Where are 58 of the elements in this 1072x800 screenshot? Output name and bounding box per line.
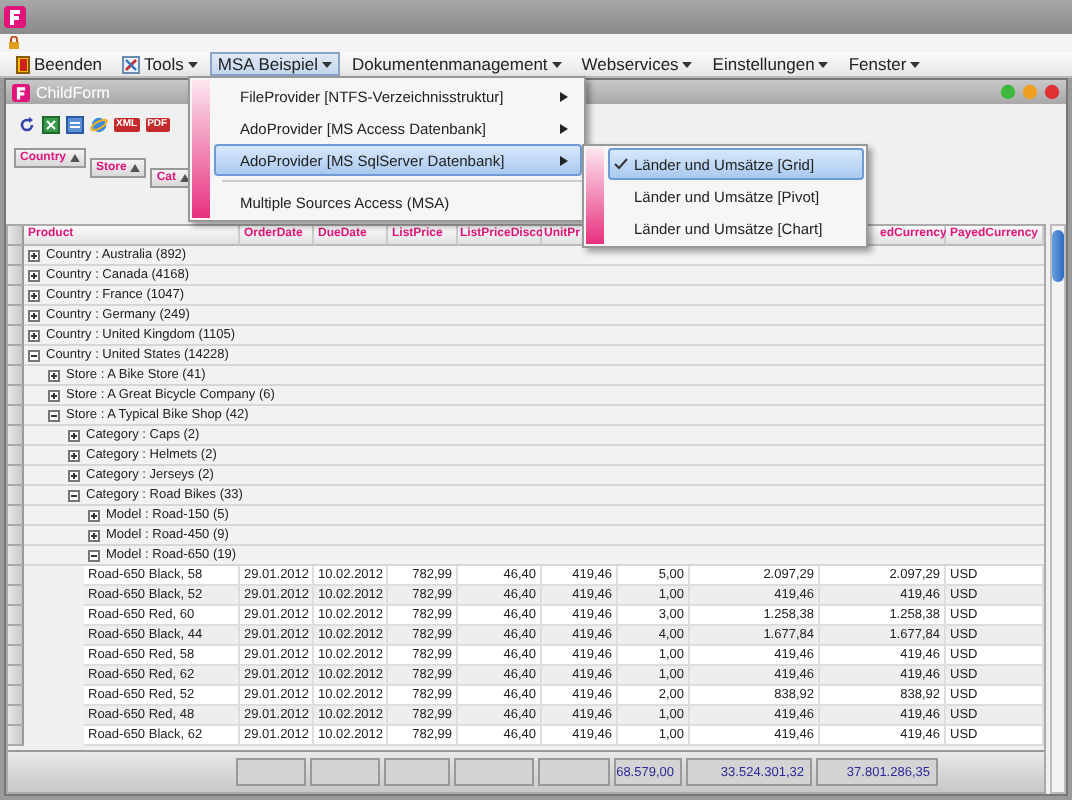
minimize-button[interactable] [1000, 84, 1016, 100]
submenu-arrow-icon [560, 91, 568, 101]
scrollbar-thumb[interactable] [1052, 230, 1064, 282]
expand-icon[interactable] [28, 329, 40, 341]
expand-icon[interactable] [68, 429, 80, 441]
door-icon [16, 55, 30, 73]
caret-icon [551, 61, 562, 67]
spreadsheet-icon[interactable] [42, 115, 60, 133]
summary-cell [454, 758, 534, 786]
menu-item[interactable]: Webservices [573, 52, 701, 76]
caret-icon [818, 61, 829, 67]
expand-icon[interactable] [28, 309, 40, 321]
expand-icon[interactable] [68, 449, 80, 461]
menu-item[interactable]: Tools [114, 52, 206, 76]
expand-icon[interactable] [28, 249, 40, 261]
expand-icon[interactable] [68, 469, 80, 481]
collapse-icon[interactable] [68, 489, 80, 501]
expand-icon[interactable] [88, 509, 100, 521]
sort-icon [70, 154, 80, 162]
maximize-button[interactable] [1022, 84, 1038, 100]
document-icon[interactable] [66, 115, 84, 133]
refresh-icon[interactable] [18, 115, 36, 133]
menu-item[interactable]: Dokumentenmanagement [343, 52, 570, 76]
close-button[interactable] [1044, 84, 1060, 100]
submenu-arrow-icon [560, 155, 568, 165]
expand-icon[interactable] [88, 529, 100, 541]
menu-item[interactable]: Fenster [840, 52, 929, 76]
expand-icon[interactable] [28, 289, 40, 301]
summary-cell [538, 758, 610, 786]
lock-icon[interactable] [8, 36, 20, 50]
app-logo-icon [12, 83, 30, 101]
expand-icon[interactable] [28, 269, 40, 281]
menu-icon-strip [586, 148, 604, 244]
tools-icon [122, 55, 141, 73]
summary-cell [310, 758, 380, 786]
app-logo-icon [4, 6, 26, 28]
check-icon [614, 158, 628, 170]
scrollbar[interactable] [1050, 224, 1066, 794]
expand-icon[interactable] [48, 369, 60, 381]
caret-icon [682, 61, 693, 67]
globe-icon[interactable] [90, 115, 108, 133]
window-title: ChildForm [36, 83, 110, 101]
menu-item[interactable]: Beenden [8, 52, 111, 76]
sort-icon [130, 164, 141, 172]
collapse-icon[interactable] [28, 349, 40, 361]
caret-icon [187, 61, 198, 67]
summary-cell [384, 758, 450, 786]
menu-icon-strip [192, 80, 210, 218]
submenu-arrow-icon [560, 123, 568, 133]
caret-icon [321, 61, 332, 67]
collapse-icon[interactable] [88, 549, 100, 561]
menu-item[interactable]: MSA Beispiel [209, 52, 340, 76]
sort-icon [180, 174, 191, 182]
expand-icon[interactable] [48, 389, 60, 401]
summary-cell [236, 758, 306, 786]
collapse-icon[interactable] [48, 409, 60, 421]
menu-item[interactable]: Einstellungen [704, 52, 837, 76]
caret-icon [910, 61, 921, 67]
